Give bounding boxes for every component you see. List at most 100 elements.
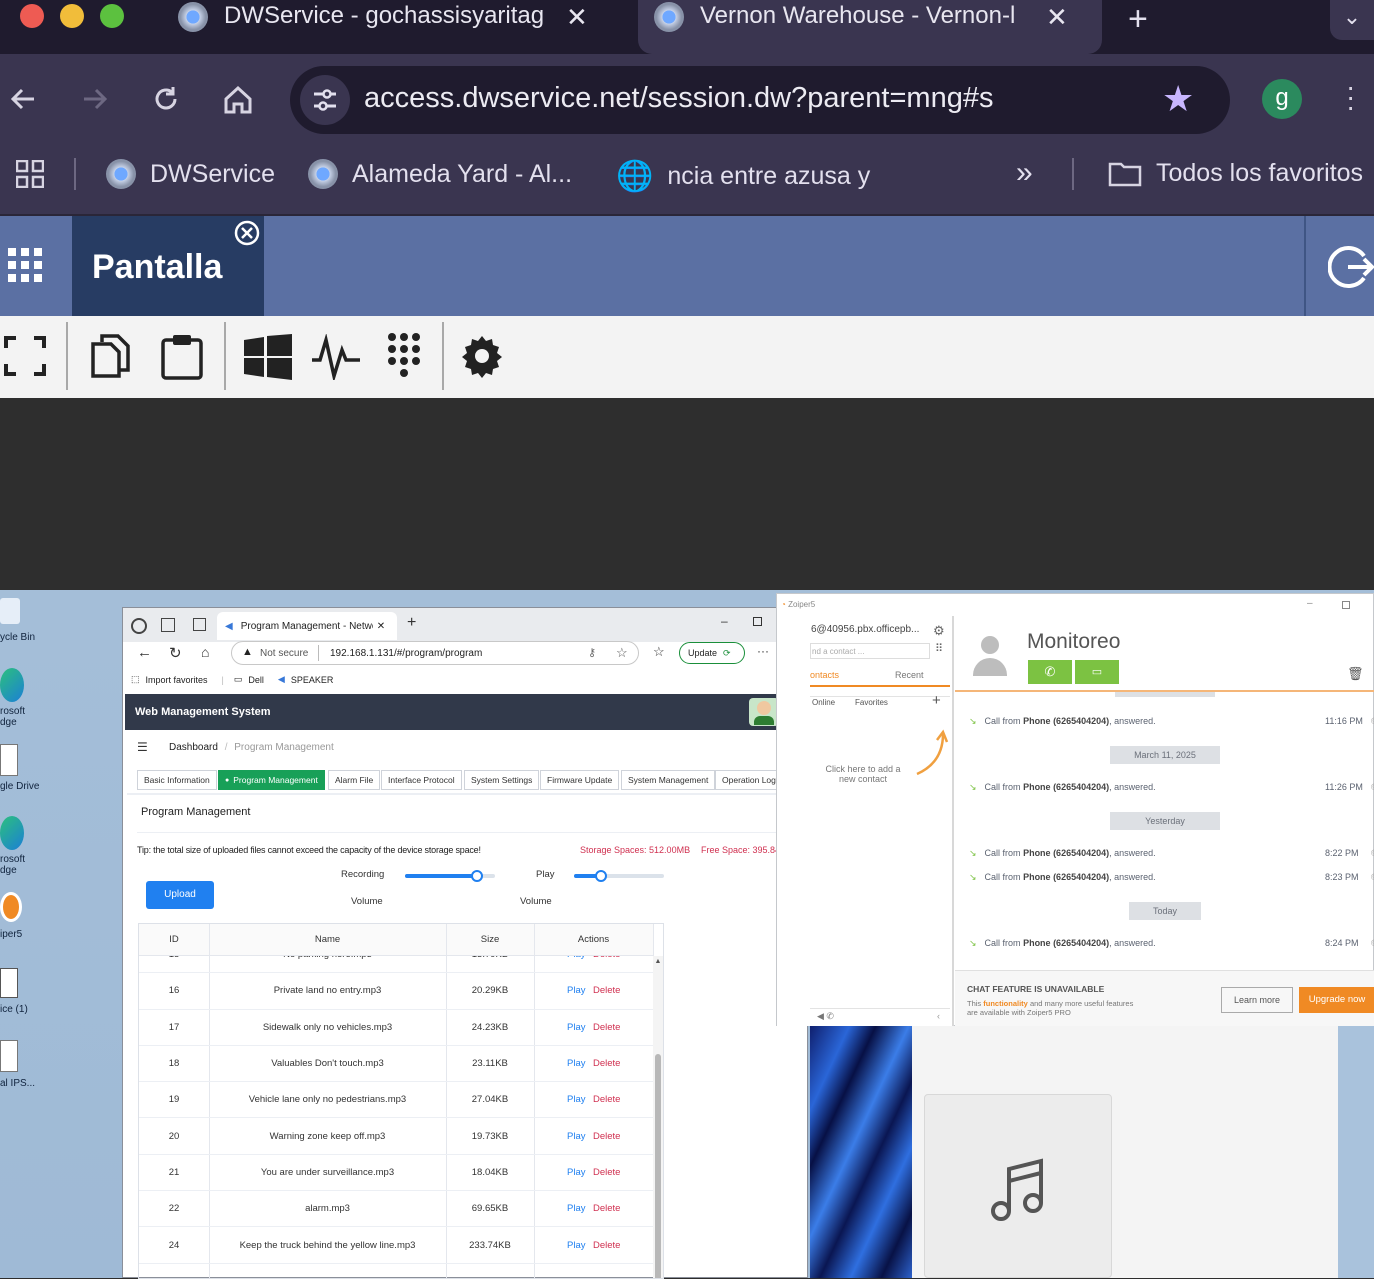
subtab-favorites[interactable]: Favorites — [855, 698, 888, 707]
media-file-icon[interactable] — [0, 968, 18, 998]
maximize-button[interactable] — [1342, 601, 1350, 609]
more-bookmarks-chevron-icon[interactable]: » — [1016, 156, 1033, 190]
bookmark-dwservice[interactable]: DWService — [106, 159, 275, 189]
bookmark-star-icon[interactable]: ★ — [1162, 78, 1194, 120]
breadcrumb-dashboard[interactable]: Dashboard — [169, 742, 218, 753]
new-tab-button[interactable]: + — [1128, 0, 1148, 39]
slider-handle[interactable] — [471, 870, 483, 882]
close-tab-icon[interactable]: ✕ — [566, 2, 588, 33]
file-icon[interactable] — [0, 1040, 18, 1072]
edge-icon[interactable] — [0, 668, 24, 702]
forward-arrow-icon[interactable] — [80, 84, 110, 114]
logout-icon[interactable] — [1328, 244, 1374, 290]
not-secure-label[interactable]: Not secure — [260, 648, 308, 659]
profile-avatar[interactable]: g — [1262, 79, 1302, 119]
call-history-row[interactable]: ↘ Call from Phone (6265404204), answered.… — [969, 848, 1374, 862]
pane-divider[interactable] — [953, 616, 954, 1026]
address-bar[interactable]: access.dwservice.net/session.dw?parent=m… — [290, 66, 1230, 134]
slider-handle[interactable] — [595, 870, 607, 882]
back-arrow-icon[interactable]: ← — [137, 644, 152, 661]
collapse-chevron-icon[interactable]: ‹ — [937, 1011, 940, 1021]
recording-volume-slider[interactable] — [405, 870, 495, 882]
settings-gear-icon[interactable] — [460, 334, 504, 378]
play-link[interactable]: Play — [567, 1167, 585, 1178]
update-button[interactable]: Update ⟳ — [679, 642, 745, 664]
windows-icon[interactable] — [244, 334, 292, 380]
favorite-import[interactable]: Import favorites — [146, 675, 208, 685]
delete-trash-icon[interactable]: 🗑 — [1347, 666, 1364, 682]
browser-tab-active[interactable]: Vernon Warehouse - Vernon-l ✕ — [638, 0, 1102, 54]
reload-icon[interactable]: ↻ — [169, 644, 182, 662]
close-tab-icon[interactable]: ✕ — [377, 621, 385, 632]
key-icon[interactable]: ⚷ — [588, 646, 596, 659]
tab-alarm-file[interactable]: Alarm File — [328, 770, 381, 790]
activity-icon[interactable] — [312, 334, 360, 380]
menu-toggle-icon[interactable]: ☰ — [137, 740, 148, 754]
scrollbar-thumb[interactable] — [655, 1054, 661, 1278]
video-call-button[interactable]: ▭ — [1075, 660, 1119, 684]
workspaces-icon[interactable] — [161, 618, 175, 632]
add-contact-plus-icon[interactable]: + — [932, 692, 941, 709]
recycle-bin-icon[interactable] — [0, 598, 20, 624]
edge-tab-program-management[interactable]: ◀ Program Management - Network ✕ — [217, 612, 397, 640]
account-label[interactable]: 6@40956.pbx.officepb... — [811, 624, 927, 635]
reload-icon[interactable] — [151, 84, 181, 114]
play-volume-slider[interactable] — [574, 870, 664, 882]
zoiper-icon[interactable] — [0, 892, 22, 922]
edge-address-bar[interactable]: ▲ Not secure 192.168.1.131/#/program/pro… — [231, 641, 639, 665]
favorites-icon[interactable]: ☆ — [653, 644, 665, 660]
learn-more-button[interactable]: Learn more — [1221, 987, 1293, 1013]
add-contact-hint[interactable]: Click here to add a new contact — [821, 764, 905, 784]
clipboard-icon[interactable] — [160, 334, 204, 380]
minimize-button[interactable]: – — [721, 614, 728, 628]
tab-actions-icon[interactable] — [193, 618, 206, 631]
call-history-row[interactable]: ↘ Call from Phone (6265404204), answered.… — [969, 938, 1374, 952]
delete-link[interactable]: Delete — [593, 1058, 620, 1069]
audio-call-button[interactable]: ✆ — [1028, 660, 1072, 684]
file-icon[interactable] — [0, 744, 18, 776]
audio-controls-icon[interactable]: ◀ ✆ — [817, 1011, 834, 1022]
all-bookmarks[interactable]: Todos los favoritos — [1108, 159, 1363, 188]
delete-link[interactable]: Delete — [593, 985, 620, 996]
tab-firmware-update[interactable]: Firmware Update — [540, 770, 620, 790]
apps-grid-icon[interactable] — [16, 160, 44, 188]
tab-contacts[interactable]: ontacts — [810, 670, 839, 680]
play-link[interactable]: Play — [567, 1022, 585, 1033]
delete-link[interactable]: Delete — [593, 1022, 620, 1033]
play-link[interactable]: Play — [567, 1094, 585, 1105]
tab-system-management[interactable]: System Management — [621, 770, 716, 790]
tab-system-settings[interactable]: System Settings — [464, 770, 540, 790]
new-tab-button[interactable]: + — [407, 614, 416, 632]
home-icon[interactable] — [222, 84, 254, 116]
keypad-icon[interactable] — [386, 332, 422, 382]
play-link[interactable]: Play — [567, 1131, 585, 1142]
tab-program-management[interactable]: ● Program Management — [218, 770, 325, 790]
delete-link[interactable]: Delete — [593, 1094, 620, 1105]
delete-link[interactable]: Delete — [593, 1203, 620, 1214]
minimize-button[interactable]: – — [1307, 598, 1313, 609]
edge-profile-icon[interactable] — [131, 618, 147, 634]
bookmark-alameda-yard[interactable]: Alameda Yard - Al... — [308, 159, 572, 189]
close-tab-icon[interactable]: ✕ — [1046, 2, 1068, 33]
tab-search-chevron-down-icon[interactable]: ⌄ — [1330, 0, 1374, 40]
tab-pantalla[interactable]: Pantalla — [72, 216, 264, 316]
play-link[interactable]: Play — [567, 956, 585, 960]
maximize-button[interactable] — [753, 617, 762, 626]
upload-button[interactable]: Upload — [146, 881, 214, 909]
play-link[interactable]: Play — [567, 1240, 585, 1251]
delete-link[interactable]: Delete — [593, 956, 620, 960]
play-link[interactable]: Play — [567, 1058, 585, 1069]
chrome-menu-kebab-icon[interactable]: · · · — [1346, 73, 1355, 121]
favorite-star-icon[interactable]: ☆ — [616, 645, 628, 661]
settings-gear-icon[interactable]: ⚙ — [933, 623, 945, 639]
tab-operation-log[interactable]: Operation Log — [715, 770, 783, 790]
close-tab-circle-icon[interactable] — [234, 220, 260, 246]
close-window-button[interactable] — [20, 4, 44, 28]
call-history-row[interactable]: ↘ Call from Phone (6265404204), answered.… — [969, 872, 1374, 886]
more-options-icon[interactable]: ··· — [757, 644, 769, 658]
minimize-window-button[interactable] — [60, 4, 84, 28]
favorite-dell[interactable]: Dell — [248, 675, 264, 685]
scroll-up-icon[interactable]: ▲ — [653, 958, 663, 965]
browser-tab[interactable]: DWService - gochassisyaritag ✕ — [178, 0, 618, 54]
maximize-window-button[interactable] — [100, 4, 124, 28]
